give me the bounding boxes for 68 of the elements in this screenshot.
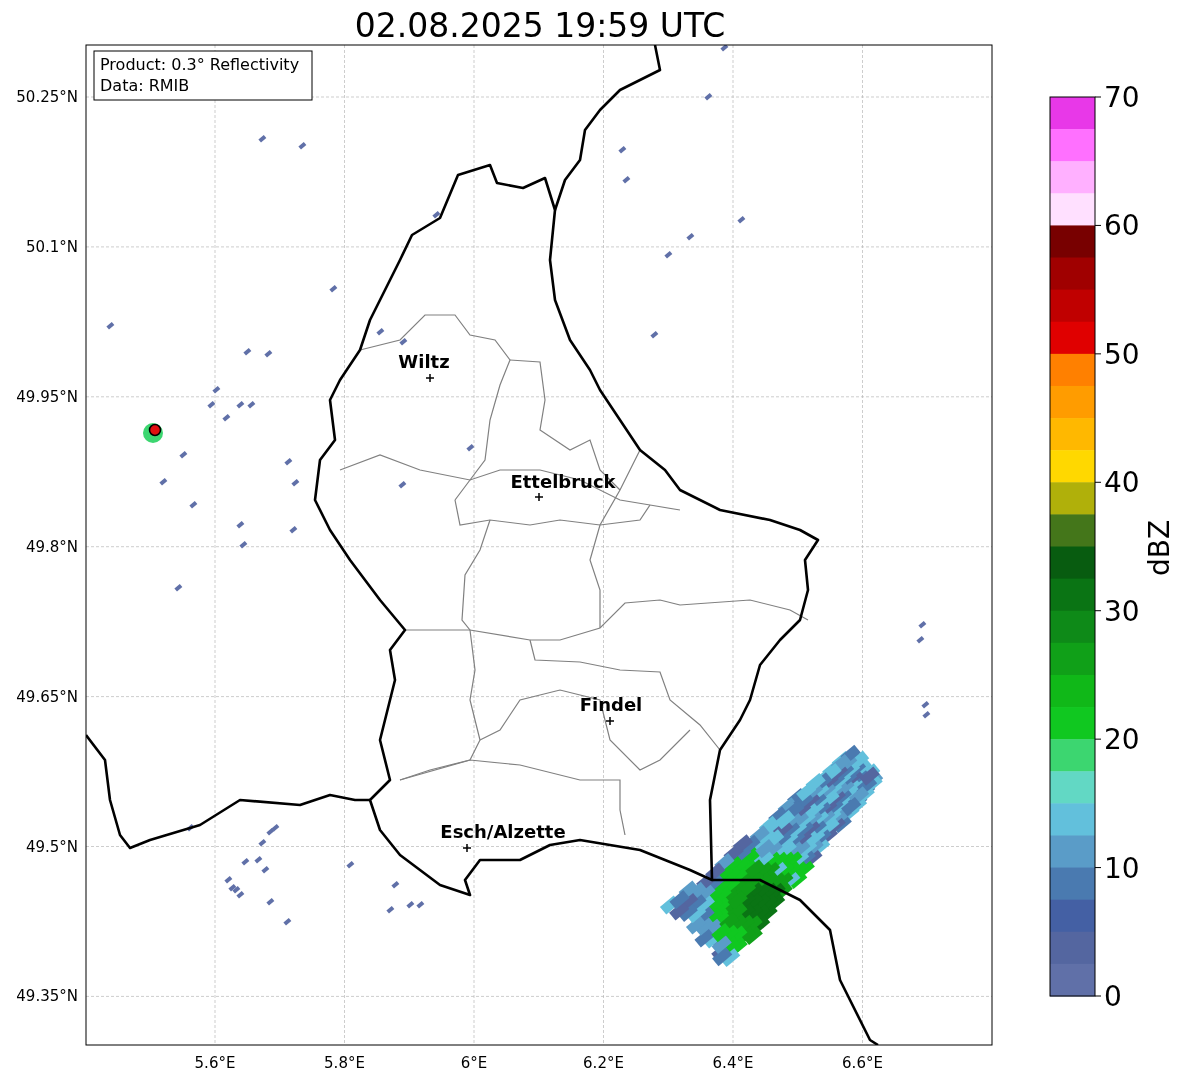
radar-echo: [329, 284, 338, 293]
info-text: Data: RMIB: [100, 76, 190, 95]
axis-tick-label: 50.1°N: [25, 237, 78, 256]
colorbar-tick-label: 40: [1104, 466, 1140, 500]
axis-tick-label: 6.4°E: [712, 1054, 754, 1072]
radar-echo: [618, 145, 627, 154]
colorbar-tick-label: 20: [1104, 723, 1140, 757]
info-text: Product: 0.3° Reflectivity: [100, 55, 300, 74]
radar-echo: [391, 880, 400, 889]
radar-echo: [159, 477, 168, 486]
city-label: Wiltz: [398, 351, 450, 372]
radar-echo: [283, 917, 292, 926]
radar-echo: [189, 500, 198, 509]
radar-echo: [376, 327, 385, 336]
radar-echo: [466, 443, 475, 452]
radar-echo: [399, 337, 408, 346]
colorbar-tick-label: 60: [1104, 209, 1140, 243]
radar-echo: [236, 520, 245, 529]
radar-echo: [686, 232, 695, 241]
axis-tick-label: 6°E: [460, 1054, 488, 1072]
radar-echo: [720, 45, 729, 52]
radar-echo: [264, 349, 273, 358]
radar-echo: [664, 250, 673, 259]
axis-tick-label: 49.5°N: [25, 837, 78, 856]
city-label: Ettelbruck: [510, 471, 616, 492]
city-marker-icon: [605, 716, 615, 726]
radar-echo: [106, 321, 115, 330]
radar-echo: [284, 457, 293, 466]
city-marker-icon: [534, 492, 544, 502]
axis-tick-label: 5.6°E: [194, 1054, 236, 1072]
axis-tick-label: 50.25°N: [16, 88, 78, 106]
chart-title: 02.08.2025 19:59 UTC: [354, 6, 726, 45]
colorbar-tick-label: 0: [1104, 980, 1122, 1013]
radar-echo: [239, 540, 248, 549]
radar-echo: [179, 450, 188, 459]
axis-tick-label: 6.6°E: [842, 1054, 883, 1072]
axis-tick-label: 49.8°N: [25, 537, 78, 556]
radar-echo: [704, 92, 713, 101]
radar-echo: [266, 897, 275, 906]
city-label: Esch/Alzette: [440, 821, 566, 842]
radar-echo: [298, 141, 307, 150]
radar-echo: [186, 823, 195, 832]
colorbar-tick-label: 10: [1104, 851, 1140, 885]
radar-echo: [346, 860, 355, 869]
radar-echo: [243, 347, 252, 356]
axis-tick-label: 49.35°N: [16, 987, 78, 1006]
radar-echo: [398, 480, 407, 489]
colorbar-tick-label: 50: [1104, 337, 1140, 371]
axis-tick-label: 6.2°E: [583, 1054, 624, 1072]
radar-site-icon: [143, 423, 163, 443]
city-label: Findel: [579, 694, 643, 715]
radar-echo: [289, 525, 298, 534]
radar-echo: [258, 134, 267, 143]
radar-echo: [650, 330, 659, 339]
radar-echo: [737, 215, 746, 224]
axis-tick-label: 49.65°N: [16, 687, 78, 706]
colorbar-label: dBZ: [1143, 519, 1176, 577]
city-marker-icon: [462, 843, 472, 853]
city-marker-icon: [425, 373, 435, 383]
radar-echo: [386, 905, 395, 914]
colorbar-tick-label: 30: [1104, 594, 1140, 628]
radar-echo: [291, 478, 300, 487]
radar-echo: [174, 583, 183, 592]
colorbar-tick-label: 70: [1104, 81, 1140, 114]
axis-tick-label: 49.95°N: [16, 387, 78, 406]
radar-echo: [432, 210, 441, 219]
radar-echo: [622, 175, 631, 184]
axis-tick-label: 5.8°E: [324, 1054, 365, 1072]
